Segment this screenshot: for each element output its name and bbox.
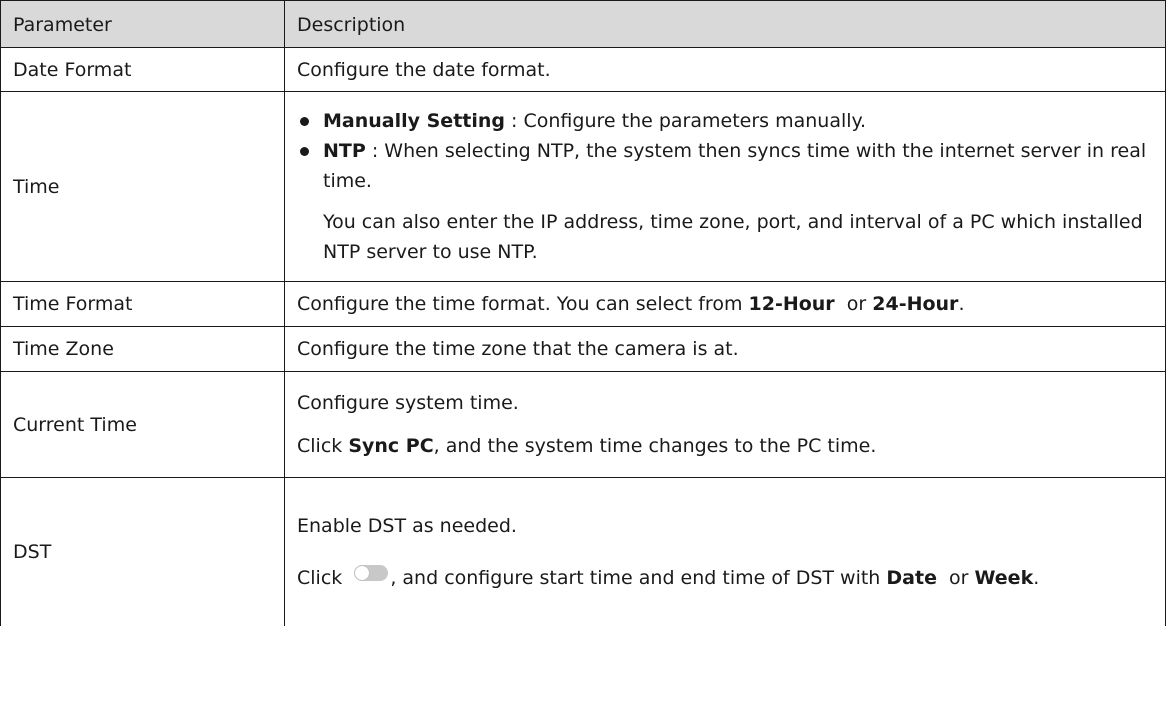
- dst-line2: Click , and configure start time and end…: [297, 563, 1153, 593]
- current-time-line2: Click Sync PC, and the system time chang…: [297, 431, 1153, 461]
- table-row-time: Time Manually Setting : Configure the pa…: [0, 91, 1166, 282]
- option-12-hour: 12-Hour: [748, 293, 835, 315]
- list-item-manual: Manually Setting : Configure the paramet…: [297, 106, 1153, 136]
- text-ntp: : When selecting NTP, the system then sy…: [323, 140, 1147, 192]
- desc-current-time: Configure system time. Click Sync PC, an…: [284, 371, 1166, 478]
- table-header-row: Parameter Description: [0, 0, 1166, 48]
- text-time-format-pre: Configure the time format. You can selec…: [297, 293, 749, 315]
- param-time: Time: [0, 91, 285, 282]
- desc-time-format: Configure the time format. You can selec…: [284, 281, 1166, 327]
- term-ntp: NTP: [323, 140, 366, 162]
- table-row-time-zone: Time Zone Configure the time zone that t…: [0, 326, 1166, 372]
- term-sync-pc: Sync PC: [348, 435, 434, 457]
- header-parameter: Parameter: [0, 0, 285, 48]
- list-item-ntp: NTP : When selecting NTP, the system the…: [297, 136, 1153, 196]
- text-click: Click: [297, 435, 349, 457]
- text-or: or: [936, 567, 975, 589]
- dst-line1: Enable DST as needed.: [297, 515, 517, 537]
- table-row-current-time: Current Time Configure system time. Clic…: [0, 371, 1166, 478]
- param-time-zone: Time Zone: [0, 326, 285, 372]
- current-time-line1: Configure system time.: [297, 392, 519, 414]
- header-description: Description: [284, 0, 1166, 48]
- param-dst: DST: [0, 477, 285, 626]
- table-row-date-format: Date Format Configure the date format.: [0, 47, 1166, 92]
- desc-time: Manually Setting : Configure the paramet…: [284, 91, 1166, 282]
- desc-date-format: Configure the date format.: [284, 47, 1166, 92]
- text-period: .: [1033, 567, 1040, 589]
- desc-time-zone: Configure the time zone that the camera …: [284, 326, 1166, 372]
- param-current-time: Current Time: [0, 371, 285, 478]
- desc-dst: Enable DST as needed. Click , and config…: [284, 477, 1166, 626]
- table-row-time-format: Time Format Configure the time format. Y…: [0, 281, 1166, 327]
- toggle-knob: [355, 566, 370, 580]
- option-24-hour: 24-Hour: [872, 293, 959, 315]
- text-click: Click: [297, 567, 349, 589]
- text-sync-pc-result: , and the system time changes to the PC …: [433, 435, 877, 457]
- text-manually-setting: : Configure the parameters manually.: [505, 110, 867, 132]
- toggle-switch-off-icon: [354, 565, 389, 581]
- option-week: Week: [974, 567, 1034, 589]
- table-row-dst: DST Enable DST as needed. Click , and co…: [0, 477, 1166, 626]
- text-period: .: [958, 293, 965, 315]
- param-date-format: Date Format: [0, 47, 285, 92]
- ntp-note: You can also enter the IP address, time …: [323, 211, 1143, 263]
- text-or: or: [834, 293, 873, 315]
- parameter-table: Parameter Description Date Format Config…: [0, 0, 1166, 626]
- option-date: Date: [886, 567, 937, 589]
- param-time-format: Time Format: [0, 281, 285, 327]
- text-dst-configure: , and configure start time and end time …: [390, 567, 887, 589]
- term-manually-setting: Manually Setting: [323, 110, 506, 132]
- time-mode-list: Manually Setting : Configure the paramet…: [297, 106, 1153, 196]
